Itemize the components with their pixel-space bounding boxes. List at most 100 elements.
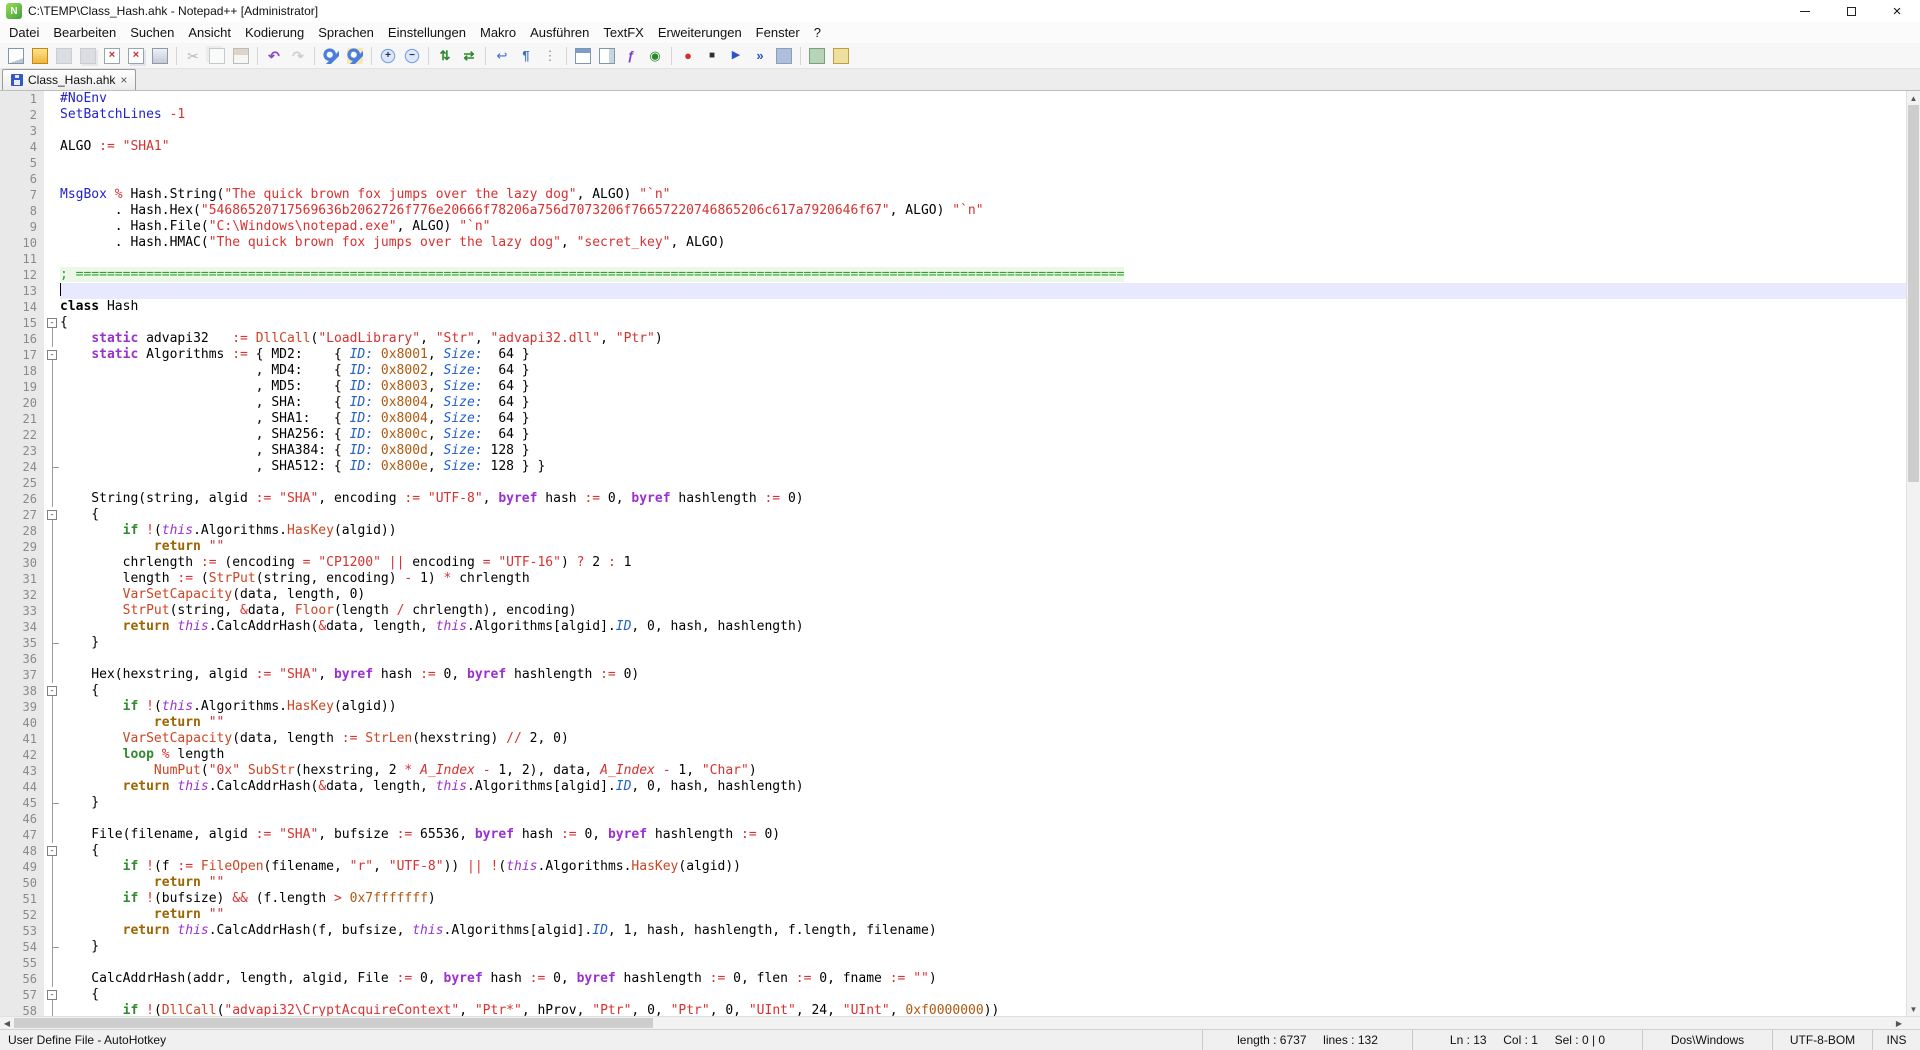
menu-item-[interactable]: ? [807, 23, 828, 42]
fold-collapse-icon[interactable]: - [47, 990, 57, 1000]
tab-class-hash[interactable]: Class_Hash.ahk [2, 69, 136, 90]
close-button[interactable] [1874, 0, 1920, 22]
code-text[interactable]: static Algorithms := { MD2: { ID: 0x8001… [60, 347, 1906, 363]
code-text[interactable]: , MD4: { ID: 0x8002, Size: 64 } [60, 363, 1906, 379]
line-number[interactable]: 23 [0, 443, 44, 459]
code-text[interactable] [60, 651, 1906, 667]
line-number[interactable]: 6 [0, 171, 44, 187]
line-number[interactable]: 40 [0, 715, 44, 731]
menu-item-einstellungen[interactable]: Einstellungen [381, 23, 473, 42]
run-macro-multiple-icon[interactable]: » [749, 45, 771, 67]
code-text[interactable]: chrlength := (encoding = "CP1200" || enc… [60, 555, 1906, 571]
menu-item-erweiterungen[interactable]: Erweiterungen [651, 23, 749, 42]
code-text[interactable] [60, 155, 1906, 171]
line-number[interactable]: 30 [0, 555, 44, 571]
line-number[interactable]: 27 [0, 507, 44, 523]
minimize-button[interactable] [1782, 0, 1828, 22]
code-text[interactable]: { [60, 683, 1906, 699]
fold-collapse-icon[interactable]: - [47, 510, 57, 520]
line-number[interactable]: 55 [0, 955, 44, 971]
line-number[interactable]: 49 [0, 859, 44, 875]
code-text[interactable] [60, 251, 1906, 267]
vertical-scrollbar[interactable]: ▲ ▼ [1906, 91, 1920, 1016]
line-number[interactable]: 5 [0, 155, 44, 171]
line-number[interactable]: 28 [0, 523, 44, 539]
code-text[interactable]: static advapi32 := DllCall("LoadLibrary"… [60, 331, 1906, 347]
code-text[interactable]: Hex(hexstring, algid := "SHA", byref has… [60, 667, 1906, 683]
code-text[interactable]: } [60, 939, 1906, 955]
code-text[interactable]: return "" [60, 875, 1906, 891]
line-number[interactable]: 46 [0, 811, 44, 827]
line-number[interactable]: 19 [0, 379, 44, 395]
word-wrap-icon[interactable]: ↩ [491, 45, 513, 67]
fold-collapse-icon[interactable]: - [47, 686, 57, 696]
playback-macro-icon[interactable]: ▶ [725, 45, 747, 67]
menu-item-kodierung[interactable]: Kodierung [238, 23, 311, 42]
code-text[interactable]: . Hash.Hex("54686520717569636b2062726f77… [60, 203, 1906, 219]
function-list-icon[interactable]: ƒ [620, 45, 642, 67]
scroll-down-icon[interactable]: ▼ [1907, 1002, 1920, 1016]
line-number[interactable]: 57 [0, 987, 44, 1003]
code-text[interactable]: if !(this.Algorithms.HasKey(algid)) [60, 523, 1906, 539]
document-map-icon[interactable] [596, 45, 618, 67]
code-text[interactable]: if !(this.Algorithms.HasKey(algid)) [60, 699, 1906, 715]
code-text[interactable] [60, 811, 1906, 827]
menu-item-ausf-hren[interactable]: Ausführen [523, 23, 596, 42]
fold-margin[interactable]: - [44, 507, 60, 523]
sync-vertical-icon[interactable]: ⇅ [434, 45, 456, 67]
line-number[interactable]: 48 [0, 843, 44, 859]
line-number[interactable]: 52 [0, 907, 44, 923]
line-number[interactable]: 34 [0, 619, 44, 635]
line-number[interactable]: 56 [0, 971, 44, 987]
code-text[interactable]: ; ======================================… [60, 267, 1906, 283]
code-text[interactable]: return "" [60, 539, 1906, 555]
code-text[interactable]: if !(bufsize) && (f.length > 0x7fffffff) [60, 891, 1906, 907]
replace-icon[interactable] [344, 45, 366, 67]
line-number[interactable]: 37 [0, 667, 44, 683]
line-number[interactable]: 47 [0, 827, 44, 843]
code-text[interactable]: MsgBox % Hash.String("The quick brown fo… [60, 187, 1906, 203]
code-text[interactable]: } [60, 635, 1906, 651]
menu-item-suchen[interactable]: Suchen [123, 23, 181, 42]
line-number[interactable]: 33 [0, 603, 44, 619]
line-number[interactable]: 11 [0, 251, 44, 267]
fold-margin[interactable]: - [44, 315, 60, 331]
plugin-icon-1-icon[interactable] [806, 45, 828, 67]
line-number[interactable]: 44 [0, 779, 44, 795]
code-text[interactable]: if !(DllCall("advapi32\CryptAcquireConte… [60, 1003, 1906, 1016]
code-text[interactable]: ALGO := "SHA1" [60, 139, 1906, 155]
line-number[interactable]: 35 [0, 635, 44, 651]
plugin-icon-2-icon[interactable] [830, 45, 852, 67]
code-text[interactable]: { [60, 507, 1906, 523]
line-number[interactable]: 39 [0, 699, 44, 715]
sync-horizontal-icon[interactable]: ⇄ [458, 45, 480, 67]
line-number[interactable]: 3 [0, 123, 44, 139]
line-number[interactable]: 22 [0, 427, 44, 443]
line-number[interactable]: 9 [0, 219, 44, 235]
line-number[interactable]: 14 [0, 299, 44, 315]
code-text[interactable]: , SHA384: { ID: 0x800d, Size: 128 } [60, 443, 1906, 459]
code-text[interactable]: return this.CalcAddrHash(&data, length, … [60, 779, 1906, 795]
code-text[interactable]: File(filename, algid := "SHA", bufsize :… [60, 827, 1906, 843]
line-number[interactable]: 58 [0, 1003, 44, 1016]
restore-button[interactable] [1828, 0, 1874, 22]
menu-item-datei[interactable]: Datei [2, 23, 46, 42]
stop-recording-icon[interactable]: ■ [701, 45, 723, 67]
undo-icon[interactable]: ↶ [263, 45, 285, 67]
horizontal-scrollbar[interactable]: ◀ ▶ [0, 1016, 1920, 1029]
code-text[interactable]: VarSetCapacity(data, length, 0) [60, 587, 1906, 603]
line-number[interactable]: 29 [0, 539, 44, 555]
line-number[interactable]: 12 [0, 267, 44, 283]
fold-collapse-icon[interactable]: - [47, 846, 57, 856]
fold-margin[interactable]: - [44, 987, 60, 1003]
code-text[interactable]: loop % length [60, 747, 1906, 763]
line-number[interactable]: 2 [0, 107, 44, 123]
code-text[interactable]: String(string, algid := "SHA", encoding … [60, 491, 1906, 507]
save-macro-icon[interactable] [773, 45, 795, 67]
code-text[interactable] [60, 123, 1906, 139]
code-text[interactable]: } [60, 795, 1906, 811]
line-number[interactable]: 26 [0, 491, 44, 507]
line-number[interactable]: 43 [0, 763, 44, 779]
fold-collapse-icon[interactable]: - [47, 350, 57, 360]
line-number[interactable]: 16 [0, 331, 44, 347]
